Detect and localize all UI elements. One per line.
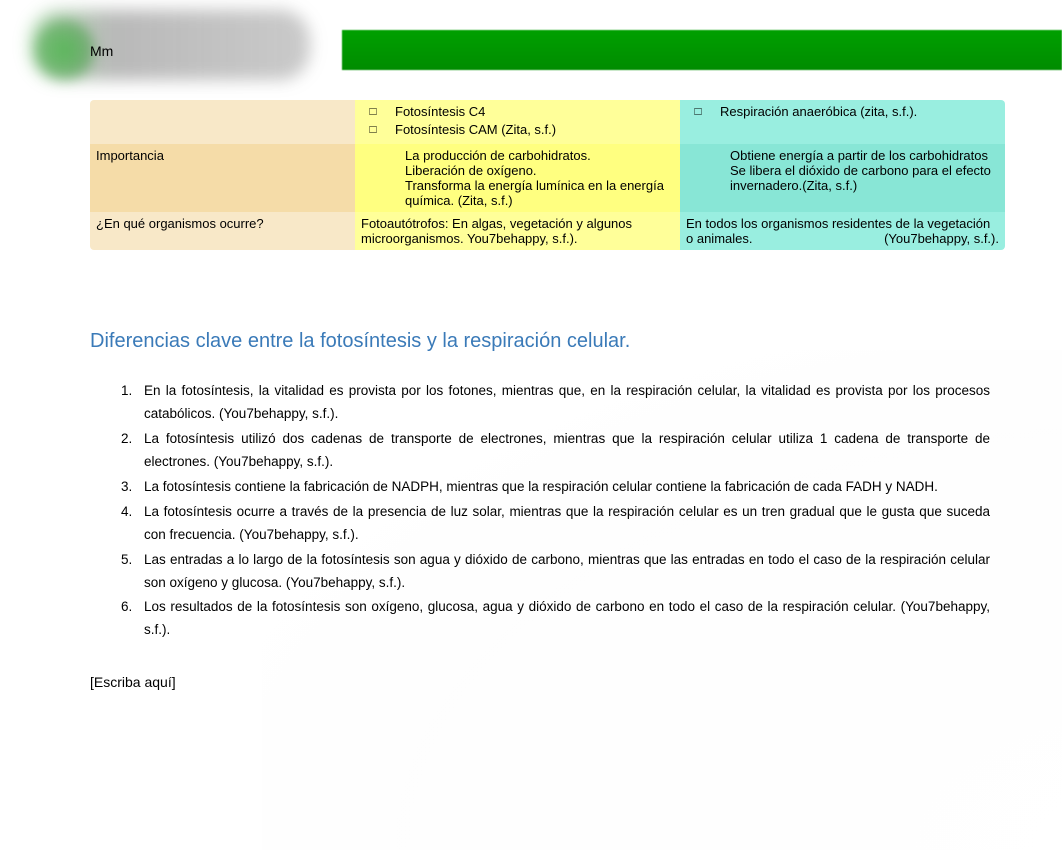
line-text: Transforma la energía lumínica en la ene… [361, 178, 674, 208]
row-label: ¿En qué organismos ocurre? [90, 212, 355, 250]
header-mm-text: Mm [90, 43, 113, 59]
header-green-bar [342, 30, 1062, 70]
bullet-text: Fotosíntesis CAM (Zita, s.f.) [385, 122, 674, 137]
line-text: La producción de carbohidratos. [361, 148, 674, 163]
photosynthesis-cell: 🞎Fotosíntesis C4 🞎Fotosíntesis CAM (Zita… [355, 100, 680, 144]
bullet-text: Fotosíntesis C4 [385, 104, 674, 119]
respiration-cell: 🞎Respiración anaeróbica (zita, s.f.). [680, 100, 1005, 144]
bullet-text: Respiración anaeróbica (zita, s.f.). [710, 104, 999, 119]
line-text: Se libera el dióxido de carbono para el … [686, 163, 999, 193]
photosynthesis-cell: Fotoautótrofos: En algas, vegetación y a… [355, 212, 680, 250]
bullet-icon: 🞎 [686, 104, 710, 122]
respiration-cell: Obtiene energía a partir de los carbohid… [680, 144, 1005, 212]
table-row: Importancia La producción de carbohidrat… [90, 144, 1005, 212]
bullet-icon: 🞎 [361, 122, 385, 140]
numbered-list: En la fotosíntesis, la vitalidad es prov… [90, 380, 990, 642]
logo-circle-icon [35, 20, 95, 80]
differences-list-block: En la fotosíntesis, la vitalidad es prov… [90, 380, 990, 644]
table-row: ¿En qué organismos ocurre? Fotoautótrofo… [90, 212, 1005, 250]
row-label: Importancia [90, 144, 355, 212]
table-row: 🞎Fotosíntesis C4 🞎Fotosíntesis CAM (Zita… [90, 100, 1005, 144]
list-item: La fotosíntesis utilizó dos cadenas de t… [136, 428, 990, 474]
section-heading-block: Diferencias clave entre la fotosíntesis … [90, 330, 990, 353]
list-item: En la fotosíntesis, la vitalidad es prov… [136, 380, 990, 426]
photosynthesis-cell: La producción de carbohidratos. Liberaci… [355, 144, 680, 212]
section-title: Diferencias clave entre la fotosíntesis … [90, 330, 990, 353]
row-label [90, 100, 355, 144]
citation: (You7behappy, s.f.). [884, 231, 999, 246]
list-item: La fotosíntesis contiene la fabricación … [136, 476, 990, 499]
footer-placeholder-text: [Escriba aquí] [90, 674, 176, 690]
bullet-icon: 🞎 [361, 104, 385, 122]
list-item: Los resultados de la fotosíntesis son ox… [136, 596, 990, 642]
list-item: Las entradas a lo largo de la fotosíntes… [136, 549, 990, 595]
respiration-cell: En todos los organismos residentes de la… [680, 212, 1005, 250]
line-text: Liberación de oxígeno. [361, 163, 674, 178]
list-item: La fotosíntesis ocurre a través de la pr… [136, 501, 990, 547]
line-text: Obtiene energía a partir de los carbohid… [686, 148, 999, 163]
comparison-table: 🞎Fotosíntesis C4 🞎Fotosíntesis CAM (Zita… [90, 100, 1005, 250]
